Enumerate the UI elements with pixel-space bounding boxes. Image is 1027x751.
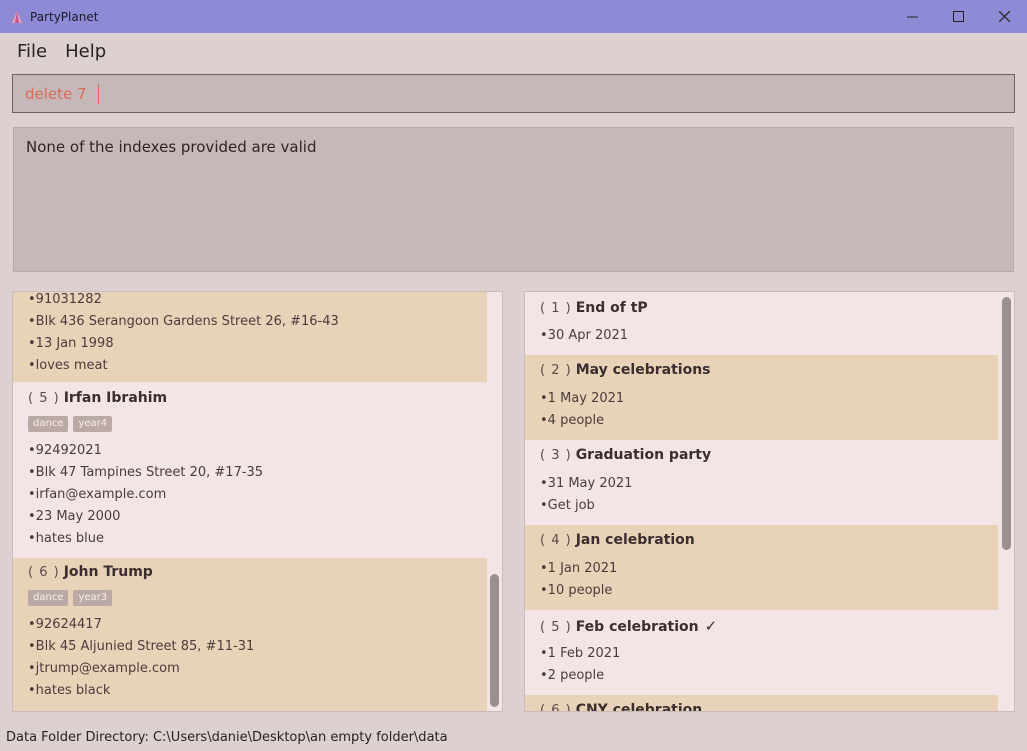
- person-email: •irfan@example.com: [28, 487, 167, 502]
- person-tag: dance: [28, 416, 69, 432]
- person-remark: •hates blue: [28, 531, 104, 546]
- event-name: Graduation party: [575, 447, 712, 463]
- person-name: Irfan Ibrahim: [63, 390, 168, 406]
- person-tag: year3: [73, 590, 113, 606]
- person-address: •Blk 436 Serangoon Gardens Street 26, #1…: [28, 314, 339, 329]
- event-index: ( 3 ): [540, 448, 572, 463]
- event-list-scrollbar[interactable]: [1002, 297, 1011, 550]
- event-index: ( 6 ): [540, 703, 572, 712]
- maximize-icon: [952, 11, 964, 22]
- event-list-panel[interactable]: ( 1 ) End of tP •30 Apr 2021 ( 2 ) May c…: [524, 291, 1015, 712]
- person-address: •Blk 45 Aljunied Street 85, #11-31: [28, 639, 255, 654]
- command-input[interactable]: [13, 75, 1014, 112]
- person-index: ( 5 ): [28, 391, 60, 406]
- person-phone: •91031282: [28, 292, 102, 307]
- person-remark: •hates black: [28, 683, 111, 698]
- result-message: None of the indexes provided are valid: [26, 138, 317, 156]
- event-detail: •10 people: [540, 583, 613, 598]
- event-date: •1 Feb 2021: [540, 646, 621, 661]
- title-bar: PartyPlanet: [0, 0, 1027, 33]
- event-name: May celebrations: [575, 362, 711, 378]
- event-index: ( 4 ): [540, 533, 572, 548]
- person-tag: year4: [73, 416, 113, 432]
- event-name: CNY celebration: [575, 702, 703, 712]
- done-check-icon: ✓: [704, 617, 718, 635]
- status-bar: Data Folder Directory: C:\Users\danie\De…: [0, 724, 1027, 751]
- person-remark: •loves meat: [28, 358, 108, 373]
- person-phone: •92492021: [28, 443, 102, 458]
- minimize-button[interactable]: [889, 0, 935, 33]
- event-name: End of tP: [575, 300, 648, 316]
- person-phone: •92624417: [28, 617, 102, 632]
- event-card[interactable]: ( 3 ) Graduation party •31 May 2021 •Get…: [525, 440, 998, 525]
- event-card[interactable]: ( 2 ) May celebrations •1 May 2021 •4 pe…: [525, 355, 998, 440]
- person-card[interactable]: ( 5 ) Irfan Ibrahim dance year4 •9249202…: [13, 388, 487, 558]
- person-address: •Blk 47 Tampines Street 20, #17-35: [28, 465, 264, 480]
- event-card[interactable]: ( 5 ) Feb celebration ✓ •1 Feb 2021 •2 p…: [525, 610, 998, 695]
- person-name: John Trump: [63, 564, 153, 580]
- close-icon: [998, 11, 1010, 22]
- data-folder-path: Data Folder Directory: C:\Users\danie\De…: [6, 730, 448, 745]
- event-index: ( 1 ): [540, 301, 572, 316]
- menu-bar: File Help: [0, 33, 1027, 69]
- menu-help[interactable]: Help: [65, 41, 106, 62]
- maximize-button[interactable]: [935, 0, 981, 33]
- event-date: •1 May 2021: [540, 391, 625, 406]
- event-name: Jan celebration: [575, 532, 695, 548]
- event-detail: •2 people: [540, 668, 605, 683]
- app-logo-icon: [12, 10, 22, 23]
- event-date: •31 May 2021: [540, 476, 633, 491]
- event-index: ( 5 ): [540, 620, 572, 635]
- person-card[interactable]: •91031282 •Blk 436 Serangoon Gardens Str…: [13, 292, 487, 382]
- event-date: •1 Jan 2021: [540, 561, 618, 576]
- event-card[interactable]: ( 4 ) Jan celebration •1 Jan 2021 •10 pe…: [525, 525, 998, 610]
- window-title: PartyPlanet: [30, 9, 99, 24]
- command-box[interactable]: [12, 74, 1015, 113]
- event-card[interactable]: ( 6 ) CNY celebration: [525, 695, 998, 712]
- person-index: ( 6 ): [28, 565, 60, 580]
- person-birthday: •23 May 2000: [28, 509, 121, 524]
- event-date: •30 Apr 2021: [540, 328, 629, 343]
- person-birthday: •13 Jan 1998: [28, 336, 114, 351]
- minimize-icon: [906, 16, 918, 18]
- event-name: Feb celebration: [575, 619, 699, 635]
- person-list-panel[interactable]: •91031282 •Blk 436 Serangoon Gardens Str…: [12, 291, 503, 712]
- event-card[interactable]: ( 1 ) End of tP •30 Apr 2021: [525, 292, 998, 355]
- person-list-scrollbar[interactable]: [490, 574, 499, 707]
- person-tag: dance: [28, 590, 69, 606]
- text-cursor: [98, 84, 99, 104]
- person-card[interactable]: ( 6 ) John Trump dance year3 •92624417 •…: [13, 558, 487, 711]
- event-detail: •Get job: [540, 498, 595, 513]
- close-button[interactable]: [981, 0, 1027, 33]
- menu-file[interactable]: File: [17, 41, 47, 62]
- event-index: ( 2 ): [540, 363, 572, 378]
- person-email: •jtrump@example.com: [28, 661, 180, 676]
- result-display: None of the indexes provided are valid: [13, 127, 1014, 272]
- event-detail: •4 people: [540, 413, 605, 428]
